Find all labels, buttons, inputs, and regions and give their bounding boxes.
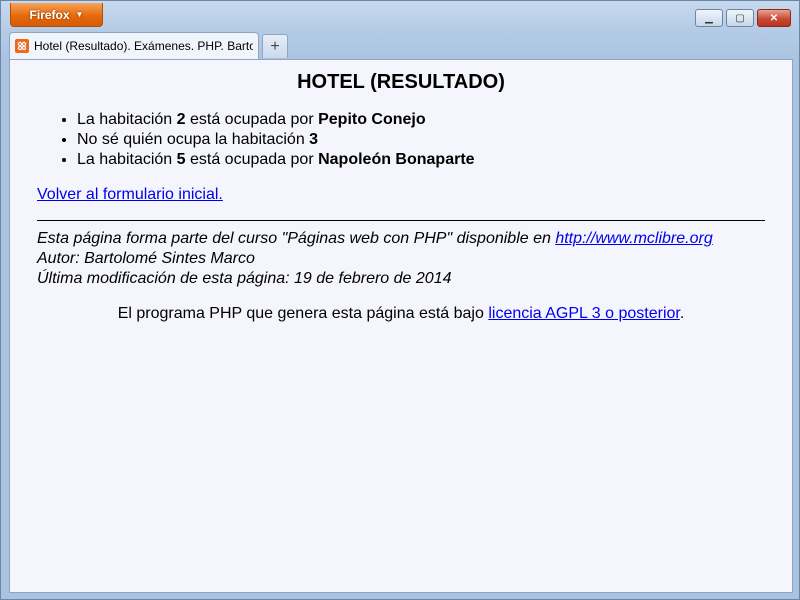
tab-title: Hotel (Resultado). Exámenes. PHP. Barto.… [34, 39, 253, 53]
license-line: El programa PHP que genera esta página e… [37, 305, 765, 323]
close-icon: ✕ [769, 12, 779, 24]
license-text: El programa PHP que genera esta página e… [117, 305, 489, 322]
tab-active[interactable]: Hotel (Resultado). Exámenes. PHP. Barto.… [9, 32, 259, 59]
page-title: HOTEL (RESULTADO) [297, 71, 505, 93]
maximize-icon: ▢ [735, 12, 745, 24]
maximize-button[interactable]: ▢ [726, 9, 754, 27]
divider [37, 220, 765, 221]
room-number: 5 [176, 151, 186, 168]
firefox-menu-button[interactable]: Firefox ▼ [10, 3, 103, 27]
item-text: está ocupada por [185, 151, 319, 168]
new-tab-button[interactable]: + [262, 34, 288, 58]
list-item: La habitación 2 está ocupada por Pepito … [77, 110, 765, 130]
room-number: 2 [176, 111, 186, 128]
list-item: La habitación 5 está ocupada por Napoleó… [77, 150, 765, 170]
guest-name: Napoleón Bonaparte [318, 151, 475, 168]
item-text: La habitación [77, 151, 177, 168]
modified-line: Última modificación de esta página: 19 d… [37, 270, 452, 287]
favicon-icon [15, 39, 29, 53]
room-list: La habitación 2 está ocupada por Pepito … [37, 110, 765, 170]
back-to-form-link[interactable]: Volver al formulario inicial. [37, 186, 765, 204]
dropdown-arrow-icon: ▼ [75, 10, 84, 19]
author-line: Autor: Bartolomé Sintes Marco [37, 250, 255, 267]
guest-name: Pepito Conejo [318, 111, 426, 128]
list-item: No sé quién ocupa la habitación 3 [77, 130, 765, 150]
browser-window: Firefox ▼ ▁ ▢ ✕ Hotel (Resultado). Exáme… [0, 0, 800, 600]
firefox-menu-label: Firefox [29, 7, 70, 22]
close-button[interactable]: ✕ [757, 9, 791, 27]
license-link[interactable]: licencia AGPL 3 o posterior [488, 305, 680, 322]
window-controls: ▁ ▢ ✕ [695, 9, 791, 27]
room-number: 3 [309, 131, 319, 148]
page-footer: Esta página forma parte del curso "Págin… [37, 229, 765, 289]
item-text: No sé quién ocupa la habitación [77, 131, 310, 148]
page-content: HOTEL (RESULTADO) La habitación 2 está o… [9, 59, 793, 593]
item-text: La habitación [77, 111, 177, 128]
mclibre-link[interactable]: http://www.mclibre.org [555, 230, 712, 247]
tab-bar: Hotel (Resultado). Exámenes. PHP. Barto.… [9, 32, 288, 59]
license-period: . [679, 305, 685, 322]
item-text: está ocupada por [185, 111, 319, 128]
minimize-button[interactable]: ▁ [695, 9, 723, 27]
minimize-icon: ▁ [705, 12, 713, 24]
plus-icon: + [270, 37, 280, 55]
course-text: Esta página forma parte del curso "Págin… [37, 230, 556, 247]
course-line: Esta página forma parte del curso "Págin… [37, 229, 765, 249]
